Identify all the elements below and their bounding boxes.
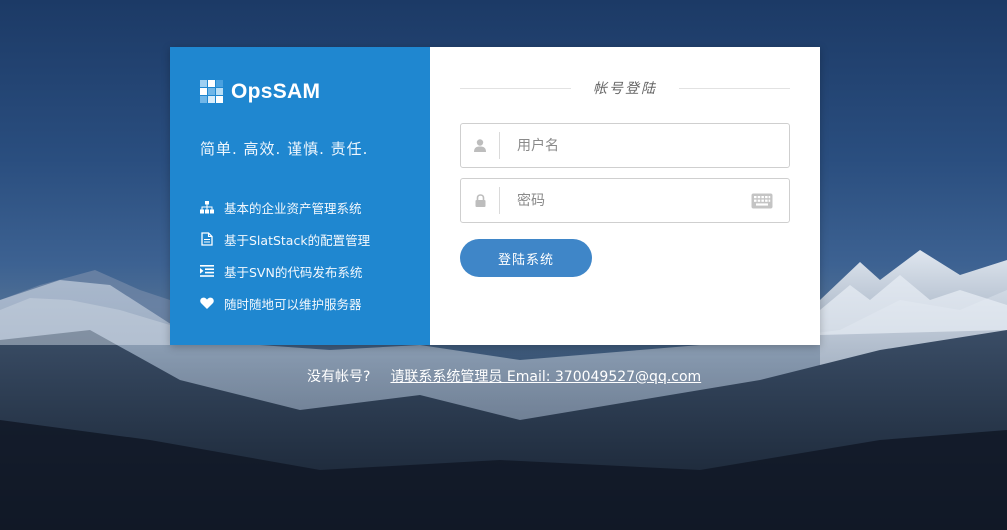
- footer: 没有帐号? 请联系系统管理员 Email: 370049527@qq.com: [307, 366, 701, 386]
- feature-label: 基于SlatStack的配置管理: [224, 232, 371, 248]
- username-input[interactable]: [500, 125, 789, 166]
- feature-item: 基本的企业资产管理系统: [200, 191, 430, 223]
- feature-label: 基于SVN的代码发布系统: [224, 264, 363, 280]
- login-form-panel: 帐号登陆 登陆系统: [430, 47, 820, 345]
- password-field: [460, 178, 790, 223]
- feature-label: 随时随地可以维护服务器: [224, 296, 362, 312]
- login-title-row: 帐号登陆: [460, 77, 790, 99]
- feature-item: 随时随地可以维护服务器: [200, 287, 430, 319]
- divider: [460, 87, 571, 89]
- login-card: OpsSAM 简单. 高效. 谨慎. 责任. 基本的企业资产管理系统 基于Sla…: [170, 47, 820, 345]
- brand-slogan: 简单. 高效. 谨慎. 责任.: [200, 140, 369, 158]
- sitemap-icon: [200, 200, 214, 214]
- user-icon: [461, 123, 499, 168]
- password-input[interactable]: [500, 180, 751, 221]
- feature-label: 基本的企业资产管理系统: [224, 200, 362, 216]
- login-title: 帐号登陆: [593, 81, 657, 97]
- keyboard-icon[interactable]: [751, 193, 773, 209]
- logo-icon: [200, 80, 223, 103]
- lock-icon: [461, 178, 499, 223]
- indent-icon: [200, 264, 214, 278]
- feature-list: 基本的企业资产管理系统 基于SlatStack的配置管理 基于SVN的代码发布系…: [200, 191, 430, 319]
- feature-item: 基于SlatStack的配置管理: [200, 223, 430, 255]
- brand-header: OpsSAM: [200, 79, 430, 105]
- brand-panel: OpsSAM 简单. 高效. 谨慎. 责任. 基本的企业资产管理系统 基于Sla…: [170, 47, 430, 345]
- login-button[interactable]: 登陆系统: [460, 239, 592, 277]
- no-account-text: 没有帐号?: [307, 369, 371, 385]
- heart-icon: [200, 296, 214, 310]
- brand-name: OpsSAM: [231, 80, 321, 103]
- file-icon: [200, 232, 214, 246]
- contact-admin-link[interactable]: 请联系系统管理员 Email: 370049527@qq.com: [390, 366, 701, 386]
- username-field: [460, 123, 790, 168]
- feature-item: 基于SVN的代码发布系统: [200, 255, 430, 287]
- divider: [679, 87, 790, 89]
